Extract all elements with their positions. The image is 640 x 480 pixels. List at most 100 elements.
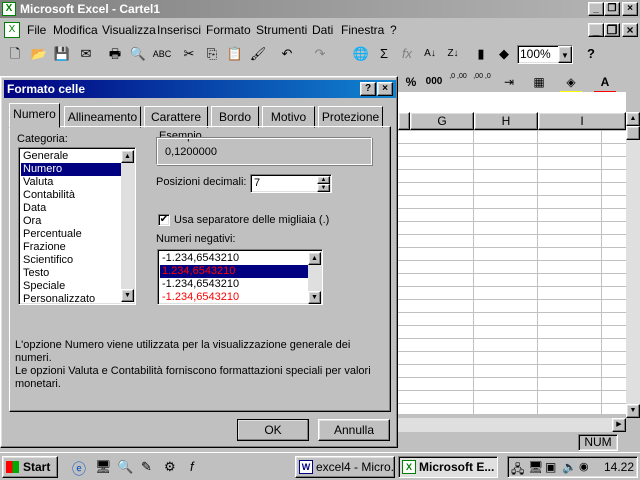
thousands-separator-icon[interactable]: 000 [423, 72, 445, 94]
negative-format-item[interactable]: -1.234,6543210 [160, 291, 308, 304]
tray-monitor-icon[interactable]: 🖥 [528, 460, 543, 474]
negatives-scrollbar[interactable]: ▲ ▼ [308, 252, 321, 304]
category-item[interactable]: Scientifico [21, 254, 121, 267]
tab-allineamento[interactable]: Allineamento [64, 106, 141, 128]
thousands-separator-label[interactable]: Usa separatore delle migliaia (.) [174, 214, 329, 226]
tab-motivo[interactable]: Motivo [262, 106, 315, 128]
tab-carattere[interactable]: Carattere [144, 106, 208, 128]
spelling-icon[interactable]: ABC [151, 44, 173, 66]
decrease-decimal-icon[interactable]: ,00 ,0 [471, 72, 493, 94]
indent-icon[interactable]: ⇥ [498, 72, 520, 94]
menu-file[interactable]: File [27, 23, 46, 37]
task-word[interactable]: W excel4 - Micro... [295, 456, 395, 478]
menu-inserisci[interactable]: Inserisci [157, 23, 201, 37]
column-header[interactable] [398, 112, 410, 130]
category-list[interactable]: Generale Numero Valuta Contabilità Data Ora Pe… [18, 147, 136, 305]
tab-protezione[interactable]: Protezione [318, 106, 383, 128]
chart-wizard-icon[interactable]: ▮ [470, 44, 492, 66]
explorer-icon[interactable]: 🔍 [117, 459, 133, 475]
save-icon[interactable]: 💾 [51, 44, 73, 66]
scroll-down-icon[interactable]: ▼ [121, 289, 134, 302]
scroll-up-icon[interactable]: ▲ [308, 252, 321, 265]
menu-dati[interactable]: Dati [312, 23, 333, 37]
category-item[interactable]: Numero [21, 163, 121, 176]
copy-icon[interactable]: ⎘ [201, 44, 223, 66]
chevron-down-icon[interactable]: ▼ [558, 46, 572, 63]
ie-icon[interactable]: ⓔ [72, 459, 86, 479]
tray-app-icon[interactable]: ▣ [545, 460, 556, 474]
print-icon[interactable]: 🖶 [104, 44, 126, 66]
doc-minimize-button[interactable]: _ [588, 23, 604, 37]
font-color-icon[interactable]: A [594, 72, 616, 94]
category-item[interactable]: Ora [21, 215, 121, 228]
format-painter-icon[interactable]: 🖌 [247, 44, 269, 66]
decimals-spinner[interactable]: 7 ▲ ▼ [250, 174, 332, 193]
column-header-i[interactable]: I [538, 112, 626, 130]
help-icon[interactable]: ? [580, 44, 602, 66]
tab-numero[interactable]: Numero [9, 103, 60, 128]
editor-icon[interactable]: ✎ [141, 459, 152, 475]
workbook-icon[interactable]: X [4, 22, 20, 38]
menu-modifica[interactable]: Modifica [53, 23, 98, 37]
scroll-down-icon[interactable]: ▼ [626, 404, 640, 418]
close-button[interactable]: × [622, 2, 638, 16]
percent-icon[interactable]: % [401, 72, 421, 94]
scroll-right-icon[interactable]: ▶ [612, 418, 626, 432]
borders-icon[interactable]: ▦ [528, 72, 550, 94]
email-icon[interactable]: ✉ [75, 44, 97, 66]
column-header-h[interactable]: H [474, 112, 538, 130]
undo-icon[interactable]: ↶ [276, 44, 298, 66]
utility-icon[interactable]: ⚙ [164, 459, 176, 475]
function-quicklaunch-icon[interactable]: f [190, 459, 194, 474]
increase-decimal-icon[interactable]: ,0 ,00 [447, 72, 469, 94]
decimals-value[interactable]: 7 [254, 177, 260, 189]
negative-format-item[interactable]: -1.234,6543210 [160, 252, 308, 265]
column-header-g[interactable]: G [410, 112, 474, 130]
worksheet-area[interactable] [398, 92, 626, 414]
menu-visualizza[interactable]: Visualizza [102, 23, 156, 37]
new-icon[interactable]: 🗋 [4, 44, 26, 66]
category-item[interactable]: Data [21, 202, 121, 215]
dialog-help-button[interactable]: ? [360, 82, 376, 96]
autosum-icon[interactable]: Σ [373, 44, 395, 66]
menu-formato[interactable]: Formato [206, 23, 251, 37]
cancel-button[interactable]: Annulla [318, 419, 390, 441]
restore-button[interactable]: ❐ [604, 2, 620, 16]
category-item[interactable]: Frazione [21, 241, 121, 254]
horizontal-scrollbar[interactable]: ▶ [398, 418, 626, 432]
category-item[interactable]: Valuta [21, 176, 121, 189]
map-icon[interactable]: ◆ [493, 44, 515, 66]
category-item[interactable]: Testo [21, 267, 121, 280]
category-item[interactable]: Percentuale [21, 228, 121, 241]
desktop-icon[interactable]: 🖥 [95, 459, 112, 475]
vertical-scrollbar[interactable]: ▲ ▼ [626, 112, 640, 418]
tray-network-icon[interactable]: 🖧 [511, 460, 524, 480]
print-preview-icon[interactable]: 🔍 [127, 44, 149, 66]
function-icon[interactable]: fx [396, 44, 418, 66]
spin-up-icon[interactable]: ▲ [317, 176, 330, 184]
category-scrollbar[interactable]: ▲ ▼ [121, 150, 134, 302]
scroll-down-icon[interactable]: ▼ [308, 291, 321, 304]
category-item[interactable]: Contabilità [21, 189, 121, 202]
sort-ascending-icon[interactable]: A↓ [419, 44, 441, 66]
minimize-button[interactable]: _ [588, 2, 604, 16]
start-button[interactable]: Start [2, 456, 58, 478]
negative-format-item[interactable]: 1.234,6543210 [160, 265, 308, 278]
cut-icon[interactable]: ✂ [178, 44, 200, 66]
task-excel[interactable]: X Microsoft E... [398, 456, 498, 478]
paste-icon[interactable]: 📋 [224, 44, 246, 66]
scroll-up-icon[interactable]: ▲ [626, 112, 640, 126]
scroll-thumb[interactable] [626, 126, 640, 140]
hyperlink-icon[interactable]: 🌐 [350, 44, 372, 66]
negatives-list[interactable]: -1.234,6543210 1.234,6543210 -1.234,654321… [157, 249, 323, 305]
tray-language-icon[interactable]: ◉ [579, 460, 589, 473]
tab-bordo[interactable]: Bordo [211, 106, 259, 128]
doc-close-button[interactable]: × [622, 23, 638, 37]
dialog-close-button[interactable]: × [377, 82, 393, 96]
negative-format-item[interactable]: -1.234,6543210 [160, 278, 308, 291]
sort-descending-icon[interactable]: Z↓ [442, 44, 464, 66]
menu-strumenti[interactable]: Strumenti [256, 23, 307, 37]
ok-button[interactable]: OK [237, 419, 309, 441]
open-icon[interactable]: 📂 [28, 44, 50, 66]
menu-help[interactable]: ? [390, 23, 397, 37]
